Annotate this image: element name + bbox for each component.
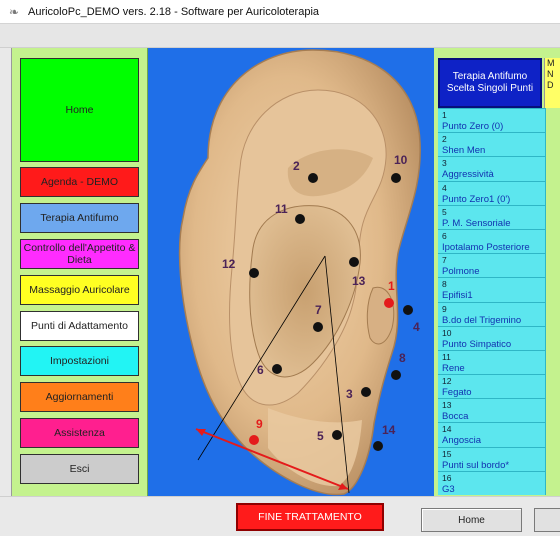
point-name: Ipotalamo Posteriore: [442, 241, 530, 253]
point-num: 7: [442, 255, 447, 266]
ear-label-13: 13: [352, 274, 366, 288]
ear-label-5: 5: [317, 429, 324, 443]
point-name: Punto Zero1 (0'): [442, 193, 511, 205]
ear-icon: ❧: [8, 4, 20, 19]
point-num: 14: [442, 424, 452, 435]
ear-point-6[interactable]: [272, 364, 282, 374]
point-name: Shen Men: [442, 145, 486, 157]
ear-point-4[interactable]: [403, 305, 413, 315]
point-name: P. M. Sensoriale: [442, 217, 511, 229]
points-list: 1 Punto Zero (0) 2 Shen Men 3 Aggressività …: [438, 108, 546, 495]
extra-button[interactable]: [534, 508, 560, 532]
home-button[interactable]: Home: [421, 508, 522, 532]
point-num: 6: [442, 230, 447, 241]
menu-appetito-button[interactable]: Controllo dell'Appetito & Dieta: [20, 239, 139, 269]
fine-trattamento-button[interactable]: FINE TRATTAMENTO: [236, 503, 384, 531]
ear-label-11: 11: [275, 202, 288, 216]
points-header: Terapia Antifumo Scelta Singoli Punti: [438, 58, 542, 108]
ear-point-11[interactable]: [295, 214, 305, 224]
point-num: 2: [442, 134, 447, 145]
title-bar: ❧ AuricoloPc_DEMO vers. 2.18 - Software …: [0, 0, 560, 24]
point-num: 4: [442, 182, 447, 193]
point-name: Epifisi1: [442, 290, 473, 302]
ear-point-2[interactable]: [308, 173, 318, 183]
point-num: 8: [442, 279, 447, 290]
menu-aggiornamenti-button[interactable]: Aggiornamenti: [20, 382, 139, 412]
point-item-11[interactable]: 11 Rene: [438, 349, 546, 375]
point-name: Bocca: [442, 411, 469, 423]
ear-label-8: 8: [399, 351, 406, 365]
point-item-10[interactable]: 10 Punto Simpatico: [438, 325, 546, 350]
point-name: B.do del Trigemino: [442, 314, 522, 326]
point-name: Punto Zero (0): [442, 121, 504, 132]
ear-label-14: 14: [382, 423, 396, 437]
point-num: 12: [442, 376, 452, 387]
point-item-6[interactable]: 6 Ipotalamo Posteriore: [438, 228, 546, 254]
ear-label-7: 7: [315, 303, 322, 317]
ear-label-3: 3: [346, 387, 353, 401]
point-item-2[interactable]: 2 Shen Men: [438, 132, 546, 157]
ear-point-12[interactable]: [249, 268, 259, 278]
point-item-1[interactable]: 1 Punto Zero (0): [438, 108, 546, 133]
point-item-14[interactable]: 14 Angoscia: [438, 422, 546, 447]
point-num: 3: [442, 158, 447, 169]
point-item-15[interactable]: 15 Punti sul bordo*: [438, 446, 546, 471]
left-edge-bar: [0, 48, 12, 496]
point-name: Angoscia: [442, 435, 482, 447]
point-item-12[interactable]: 12 Fegato: [438, 374, 546, 399]
ear-point-14[interactable]: [373, 441, 383, 451]
ear-label-4: 4: [413, 320, 420, 334]
ear-point-1[interactable]: [384, 298, 394, 308]
ear-label-1: 1: [388, 279, 395, 293]
point-item-9[interactable]: 9 B.do del Trigemino: [438, 301, 546, 326]
menu-home-button[interactable]: Home: [20, 58, 139, 162]
menu-assistenza-button[interactable]: Assistenza: [20, 418, 139, 448]
point-name: Rene: [442, 362, 465, 374]
point-name: G3: [442, 483, 455, 495]
menu-adattamento-button[interactable]: Punti di Adattamento: [20, 311, 139, 341]
window-title: AuricoloPc_DEMO vers. 2.18 - Software pe…: [28, 5, 320, 18]
point-name: Punti sul bordo*: [442, 459, 510, 471]
ear-point-7[interactable]: [313, 322, 323, 332]
ear-point-5[interactable]: [332, 430, 342, 440]
point-num: 10: [442, 327, 452, 338]
ear-point-3[interactable]: [361, 387, 371, 397]
point-item-16[interactable]: 16 G3: [438, 470, 546, 495]
point-item-3[interactable]: 3 Aggressività: [438, 156, 546, 181]
point-name: Fegato: [442, 387, 472, 399]
ear-label-6: 6: [257, 363, 264, 377]
point-num: 9: [442, 303, 447, 314]
point-num: 1: [442, 110, 447, 120]
ear-point-13[interactable]: [349, 257, 359, 267]
toolbar-strip: [0, 24, 560, 48]
point-item-7[interactable]: 7 Polmone: [438, 253, 546, 278]
point-name: Punto Simpatico: [442, 338, 512, 350]
point-name: Polmone: [442, 266, 480, 278]
side-header: M N D: [544, 58, 560, 108]
ear-point-9[interactable]: [249, 435, 259, 445]
point-num: 15: [442, 448, 452, 459]
ear-point-10[interactable]: [391, 173, 401, 183]
menu-esci-button[interactable]: Esci: [20, 454, 139, 484]
menu-massaggio-button[interactable]: Massaggio Auricolare: [20, 275, 139, 305]
ear-label-10: 10: [394, 153, 408, 167]
ear-point-8[interactable]: [391, 370, 401, 380]
point-num: 5: [442, 206, 447, 217]
point-num: 16: [442, 472, 452, 483]
point-item-13[interactable]: 13 Bocca: [438, 398, 546, 423]
ear-label-12: 12: [222, 257, 236, 271]
point-num: 13: [442, 400, 452, 411]
point-item-8[interactable]: 8 Epifisi1: [438, 277, 546, 302]
ear-illustration: 1 2 3 4 5 6 7 8 9 10 11 12 13 14: [178, 49, 421, 496]
point-item-4[interactable]: 4 Punto Zero1 (0'): [438, 180, 546, 205]
ear-label-9: 9: [256, 417, 263, 431]
ear-label-2: 2: [293, 159, 300, 173]
menu-impostazioni-button[interactable]: Impostazioni: [20, 346, 139, 376]
menu-antifumo-button[interactable]: Terapia Antifumo: [20, 203, 139, 233]
point-item-5[interactable]: 5 P. M. Sensoriale: [438, 204, 546, 229]
point-name: Aggressività: [442, 169, 494, 181]
menu-agenda-button[interactable]: Agenda - DEMO: [20, 167, 139, 197]
point-num: 11: [442, 351, 451, 362]
